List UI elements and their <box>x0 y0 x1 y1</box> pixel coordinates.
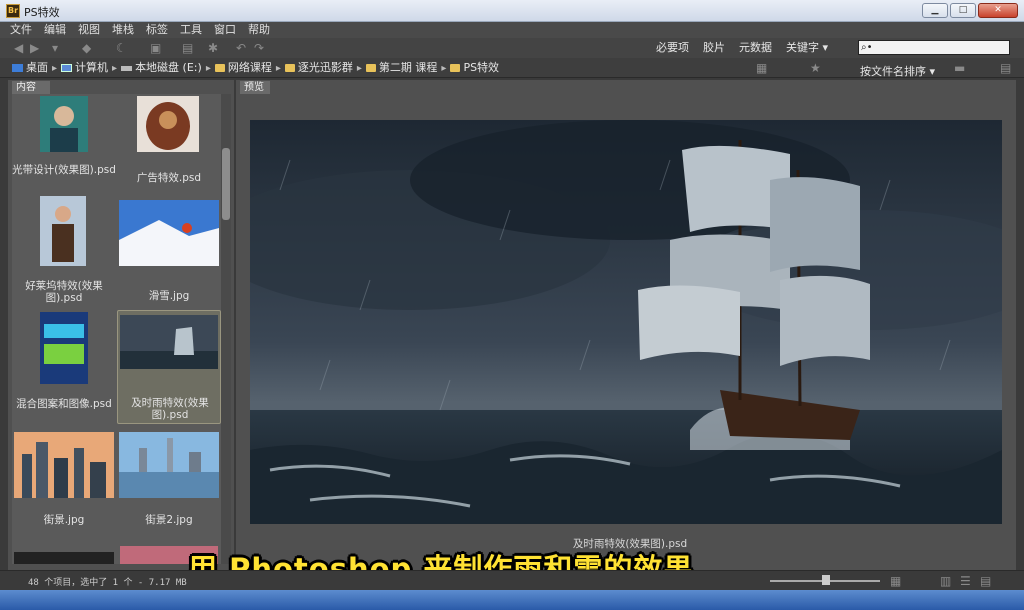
scrollbar-thumb[interactable] <box>222 148 230 220</box>
folder-icon <box>450 64 461 72</box>
menu-label[interactable]: 标签 <box>146 22 168 38</box>
desktop-icon <box>12 64 23 72</box>
thumbnail-image <box>120 315 218 369</box>
thumbnail-partial[interactable] <box>14 552 114 564</box>
close-button[interactable]: ✕ <box>978 3 1018 18</box>
menu-window[interactable]: 窗口 <box>214 22 236 38</box>
workspace-filmstrip[interactable]: 胶片 <box>703 40 725 56</box>
tab-content[interactable]: 内容 <box>12 81 50 94</box>
breadcrumb: 桌面 ▸ 计算机 ▸ 本地磁盘 (E:) ▸ 网络课程 ▸ 逐光迅影群 ▸ 第二… <box>12 60 499 76</box>
thumbnail-size-icon[interactable]: ▦ <box>890 574 901 588</box>
crumb-folder-current[interactable]: PS特效 <box>450 60 499 76</box>
new-folder-icon[interactable]: ▬ <box>954 61 965 75</box>
thumbnail-item[interactable]: 滑雪.jpg <box>117 196 221 308</box>
thumbnail-item-selected[interactable]: 及时雨特效(效果图).psd <box>117 310 221 424</box>
view-grid-icon[interactable]: ▦ <box>756 61 767 75</box>
tab-preview[interactable]: 预览 <box>240 81 270 94</box>
workspace-switcher: 必要项 胶片 元数据 关键字 ▾ <box>656 40 828 56</box>
menu-tools[interactable]: 工具 <box>180 22 202 38</box>
folder-icon <box>365 64 376 72</box>
back-icon[interactable]: ◀ <box>14 41 23 55</box>
view-details-icon[interactable]: ▤ <box>980 574 991 588</box>
menu-edit[interactable]: 编辑 <box>44 22 66 38</box>
status-text: 48 个项目，选中了 1 个 - 7.17 MB <box>28 578 187 588</box>
preview-image <box>250 120 1002 524</box>
boomerang-icon[interactable]: ☾ <box>116 41 127 55</box>
thumbnail-label: 光带设计(效果图).psd <box>12 164 116 176</box>
workspace-keywords[interactable]: 关键字 ▾ <box>786 40 828 56</box>
slider-knob[interactable] <box>822 575 830 585</box>
thumbnail-item[interactable]: 好莱坞特效(效果图).psd <box>12 196 116 308</box>
crumb-separator: ▸ <box>275 62 281 74</box>
thumbnail-label: 广告特效.psd <box>136 172 202 184</box>
crumb-drive[interactable]: 本地磁盘 (E:) <box>121 60 202 76</box>
crumb-separator: ▸ <box>112 62 118 74</box>
thumbnail-label: 好莱坞特效(效果图).psd <box>25 280 103 304</box>
drive-icon <box>121 65 133 71</box>
crumb-separator: ▸ <box>356 62 362 74</box>
thumbnail-label: 混合图案和图像.psd <box>16 398 112 410</box>
thumbnail-image <box>14 432 114 498</box>
workspace-metadata[interactable]: 元数据 <box>739 40 772 56</box>
view-filmstrip-icon[interactable]: ▥ <box>940 574 951 588</box>
thumbnail-image <box>119 200 219 266</box>
thumbnail-item[interactable]: 光带设计(效果图).psd <box>12 94 116 194</box>
thumbnail-item[interactable]: 街景.jpg <box>12 428 116 540</box>
crumb-folder-3[interactable]: 第二期 课程 <box>365 60 437 76</box>
search-input[interactable]: ⌕• <box>858 40 1010 55</box>
menu-view[interactable]: 视图 <box>78 22 100 38</box>
folder-icon <box>214 64 225 72</box>
rotate-right-icon[interactable]: ↷ <box>254 41 264 55</box>
bridge-logo: Br <box>6 4 20 18</box>
refine-icon[interactable]: ▤ <box>182 41 193 55</box>
os-taskbar <box>0 590 1024 610</box>
sort-dropdown[interactable]: 按文件名排序 ▾ <box>860 63 935 79</box>
crumb-computer[interactable]: 计算机 <box>61 60 108 76</box>
thumbnail-label: 街景.jpg <box>43 514 85 526</box>
thumbnail-grid: 光带设计(效果图).psd 广告特效.psd 好莱坞特效(效果图).psd 滑雪… <box>12 94 222 564</box>
window-title: PS特效 <box>24 6 60 19</box>
thumbnail-label: 滑雪.jpg <box>148 290 190 302</box>
crumb-separator: ▸ <box>52 62 58 74</box>
crumb-folder-1[interactable]: 网络课程 <box>214 60 272 76</box>
trash-icon[interactable]: ▤ <box>1000 61 1011 75</box>
thumbnail-image <box>40 196 86 266</box>
thumbnail-image <box>40 312 88 384</box>
title-bar: Br PS特效 ▁ □ ✕ <box>0 0 1024 22</box>
search-icon: ⌕• <box>861 42 873 53</box>
thumbnail-image <box>40 96 88 152</box>
crumb-separator: ▸ <box>441 62 447 74</box>
menu-file[interactable]: 文件 <box>10 22 32 38</box>
thumbnail-item[interactable]: 广告特效.psd <box>117 94 221 194</box>
ship-storm-image <box>250 120 1002 524</box>
maximize-button[interactable]: □ <box>950 3 976 18</box>
computer-icon <box>61 64 73 72</box>
crumb-folder-2[interactable]: 逐光迅影群 <box>284 60 353 76</box>
thumbnail-item[interactable]: 混合图案和图像.psd <box>12 310 116 420</box>
dropdown-icon[interactable]: ▾ <box>52 41 58 55</box>
rotate-left-icon[interactable]: ↶ <box>236 41 246 55</box>
star-filter-icon[interactable]: ★ <box>810 61 821 75</box>
crumb-desktop[interactable]: 桌面 <box>12 60 48 76</box>
minimize-button[interactable]: ▁ <box>922 3 948 18</box>
thumbnail-image <box>137 96 199 152</box>
menu-bar: 文件 编辑 视图 堆栈 标签 工具 窗口 帮助 <box>0 22 1024 38</box>
gear-icon[interactable]: ✱ <box>208 41 218 55</box>
forward-icon[interactable]: ▶ <box>30 41 39 55</box>
menu-help[interactable]: 帮助 <box>248 22 270 38</box>
thumbnail-label: 及时雨特效(效果图).psd <box>131 397 209 421</box>
crumb-separator: ▸ <box>205 62 211 74</box>
camera-icon[interactable]: ▣ <box>150 41 161 55</box>
thumbnail-image <box>119 432 219 498</box>
thumbnail-label: 街景2.jpg <box>145 514 193 526</box>
workspace-essentials[interactable]: 必要项 <box>656 40 689 56</box>
folder-icon <box>284 64 295 72</box>
menu-stacks[interactable]: 堆栈 <box>112 22 134 38</box>
window-controls: ▁ □ ✕ <box>922 3 1018 18</box>
thumbnail-item[interactable]: 街景2.jpg <box>117 428 221 540</box>
view-list-icon[interactable]: ☰ <box>960 574 971 588</box>
recent-icon[interactable]: ◆ <box>82 41 91 55</box>
